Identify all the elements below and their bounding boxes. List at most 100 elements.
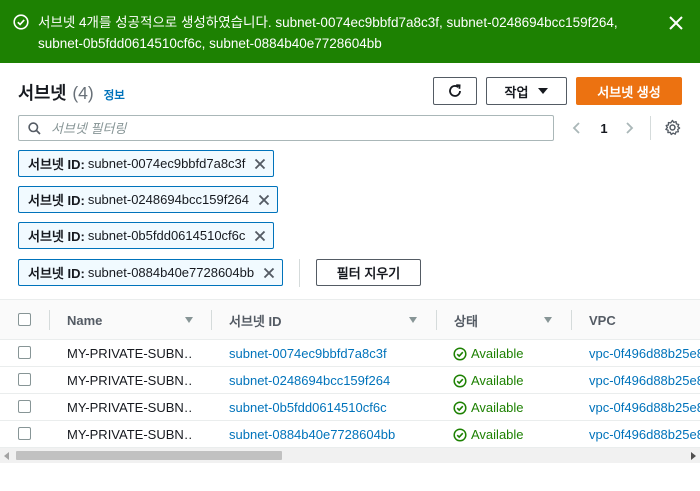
filter-token-key: 서브넷 ID: bbox=[28, 229, 85, 244]
column-label: Name bbox=[67, 312, 103, 328]
subnet-state: Available bbox=[453, 367, 563, 394]
horizontal-scrollbar[interactable] bbox=[0, 448, 700, 463]
divider bbox=[650, 116, 651, 140]
subnet-name: MY-PRIVATE-SUBN… bbox=[67, 346, 192, 361]
subnet-name: MY-PRIVATE-SUBN… bbox=[67, 427, 192, 442]
remove-filter-icon[interactable] bbox=[263, 267, 275, 279]
column-header-state[interactable]: 상태 bbox=[454, 300, 559, 340]
filter-token: 서브넷 ID: subnet-0074ec9bbfd7a8c3f bbox=[18, 150, 275, 177]
row-checkbox[interactable] bbox=[18, 427, 31, 440]
row-checkbox[interactable] bbox=[18, 346, 31, 359]
status-text: Available bbox=[471, 346, 524, 361]
close-icon[interactable] bbox=[666, 13, 686, 33]
scrollbar-thumb[interactable] bbox=[16, 451, 282, 460]
remove-filter-icon[interactable] bbox=[258, 194, 270, 206]
sort-caret-icon[interactable] bbox=[185, 317, 193, 323]
subnet-id-link[interactable]: subnet-0884b40e7728604bb bbox=[229, 421, 429, 448]
subnet-name: MY-PRIVATE-SUBN… bbox=[67, 373, 192, 388]
vpc-link[interactable]: vpc-0f496d88b25e8 bbox=[589, 394, 700, 421]
create-subnet-button[interactable]: 서브넷 생성 bbox=[576, 77, 682, 105]
filter-token: 서브넷 ID: subnet-0b5fdd0614510cf6c bbox=[18, 222, 275, 249]
column-divider bbox=[49, 310, 50, 330]
table-row[interactable]: MY-PRIVATE-SUBN… subnet-0074ec9bbfd7a8c3… bbox=[0, 340, 700, 367]
subnet-name: MY-PRIVATE-SUBN… bbox=[67, 400, 192, 415]
next-page-button[interactable] bbox=[622, 118, 638, 138]
subnet-state: Available bbox=[453, 421, 563, 448]
status-text: Available bbox=[471, 373, 524, 388]
clear-filters-label: 필터 지우기 bbox=[336, 266, 401, 281]
vpc-link[interactable]: vpc-0f496d88b25e8 bbox=[589, 340, 700, 367]
row-checkbox[interactable] bbox=[18, 373, 31, 386]
status-available-icon bbox=[453, 373, 467, 388]
column-divider bbox=[211, 310, 212, 330]
column-divider bbox=[436, 310, 437, 330]
success-flash-banner: 서브넷 4개를 성공적으로 생성하였습니다. subnet-0074ec9bbf… bbox=[0, 0, 700, 63]
filter-token-key: 서브넷 ID: bbox=[28, 266, 85, 281]
status-available-icon bbox=[453, 400, 467, 415]
status-available-icon bbox=[453, 346, 467, 361]
column-label: 서브넷 ID bbox=[229, 313, 282, 329]
actions-dropdown-button[interactable]: 작업 bbox=[486, 77, 567, 105]
status-text: Available bbox=[471, 400, 524, 415]
filter-token: 서브넷 ID: subnet-0884b40e7728604bb bbox=[18, 259, 284, 286]
column-label: VPC bbox=[589, 312, 616, 328]
sort-caret-icon[interactable] bbox=[544, 317, 552, 323]
scroll-right-arrow-icon[interactable] bbox=[691, 452, 696, 460]
subnets-table: Name 서브넷 ID 상태 VPC MY-PRIVATE-SUBN… subn… bbox=[0, 299, 700, 465]
search-icon bbox=[28, 122, 41, 135]
divider bbox=[299, 259, 300, 287]
create-subnet-label: 서브넷 생성 bbox=[597, 84, 661, 100]
sort-caret-icon[interactable] bbox=[409, 317, 417, 323]
row-checkbox[interactable] bbox=[18, 400, 31, 413]
clear-filters-button[interactable]: 필터 지우기 bbox=[316, 259, 421, 286]
refresh-icon bbox=[449, 84, 461, 97]
scroll-left-arrow-icon[interactable] bbox=[4, 452, 9, 460]
search-input[interactable] bbox=[51, 119, 546, 137]
vpc-link[interactable]: vpc-0f496d88b25e8 bbox=[589, 421, 700, 448]
subnet-state: Available bbox=[453, 340, 563, 367]
filter-token-value: subnet-0074ec9bbfd7a8c3f bbox=[87, 156, 246, 171]
column-header-name[interactable]: Name bbox=[67, 300, 197, 340]
subnet-state: Available bbox=[453, 394, 563, 421]
subnet-count: (4) bbox=[72, 83, 94, 103]
success-check-icon bbox=[13, 14, 29, 30]
filter-token-value: subnet-0884b40e7728604bb bbox=[87, 265, 255, 280]
gear-icon[interactable] bbox=[664, 119, 681, 136]
status-text: Available bbox=[471, 427, 524, 442]
table-row[interactable]: MY-PRIVATE-SUBN… subnet-0884b40e7728604b… bbox=[0, 421, 700, 448]
current-page-number[interactable]: 1 bbox=[598, 118, 610, 138]
remove-filter-icon[interactable] bbox=[254, 158, 266, 170]
column-divider bbox=[571, 310, 572, 330]
refresh-button[interactable] bbox=[433, 77, 477, 105]
filter-token: 서브넷 ID: subnet-0248694bcc159f264 bbox=[18, 186, 279, 213]
filter-token-key: 서브넷 ID: bbox=[28, 157, 85, 172]
status-available-icon bbox=[453, 427, 467, 442]
chevron-right-icon bbox=[626, 122, 634, 134]
filter-search-box[interactable] bbox=[18, 115, 554, 141]
flash-message-line-2: subnet-0b5fdd0614510cf6c, subnet-0884b40… bbox=[38, 36, 382, 51]
select-all-checkbox[interactable] bbox=[18, 313, 31, 326]
subnet-id-link[interactable]: subnet-0b5fdd0614510cf6c bbox=[229, 394, 429, 421]
filter-token-value: subnet-0b5fdd0614510cf6c bbox=[87, 228, 246, 243]
filter-token-value: subnet-0248694bcc159f264 bbox=[87, 192, 250, 207]
remove-filter-icon[interactable] bbox=[254, 230, 266, 242]
subnet-id-link[interactable]: subnet-0248694bcc159f264 bbox=[229, 367, 429, 394]
column-header-subnet-id[interactable]: 서브넷 ID bbox=[229, 300, 424, 340]
chevron-left-icon bbox=[572, 122, 580, 134]
page-header: 서브넷 (4) 정보 bbox=[18, 80, 125, 103]
subnet-id-link[interactable]: subnet-0074ec9bbfd7a8c3f bbox=[229, 340, 429, 367]
flash-message: 서브넷 4개를 성공적으로 생성하였습니다. subnet-0074ec9bbf… bbox=[38, 12, 648, 54]
table-row[interactable]: MY-PRIVATE-SUBN… subnet-0248694bcc159f26… bbox=[0, 367, 700, 394]
filter-token-key: 서브넷 ID: bbox=[28, 193, 85, 208]
actions-label: 작업 bbox=[504, 84, 529, 100]
page-title: 서브넷 bbox=[18, 83, 67, 103]
column-header-vpc[interactable]: VPC bbox=[589, 300, 689, 340]
info-link[interactable]: 정보 bbox=[104, 87, 125, 103]
caret-down-icon bbox=[538, 88, 549, 94]
flash-message-line-1: 서브넷 4개를 성공적으로 생성하였습니다. subnet-0074ec9bbf… bbox=[38, 15, 618, 30]
table-row[interactable]: MY-PRIVATE-SUBN… subnet-0b5fdd0614510cf6… bbox=[0, 394, 700, 421]
column-label: 상태 bbox=[454, 313, 478, 329]
table-header: Name 서브넷 ID 상태 VPC bbox=[0, 300, 700, 340]
vpc-link[interactable]: vpc-0f496d88b25e8 bbox=[589, 367, 700, 394]
previous-page-button[interactable] bbox=[570, 118, 586, 138]
